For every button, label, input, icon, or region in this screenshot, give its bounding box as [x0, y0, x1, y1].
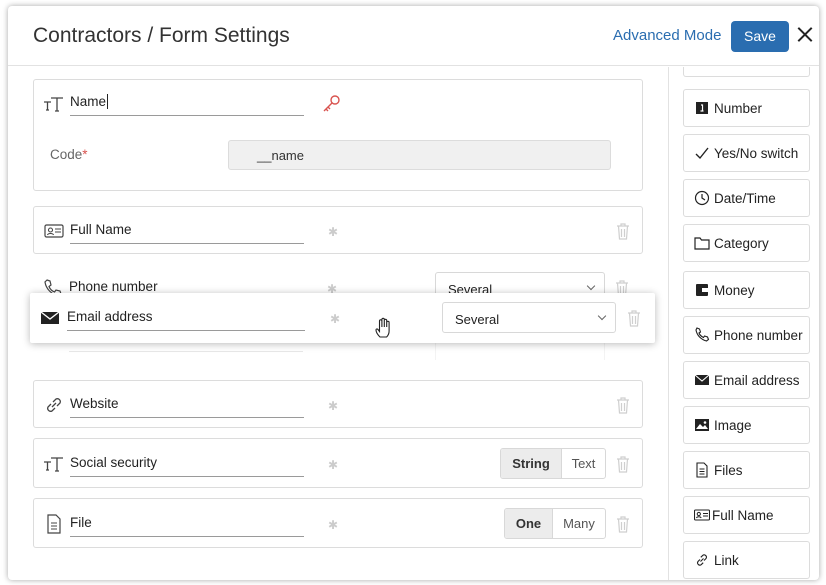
folder-icon [694, 237, 710, 250]
segment-string[interactable]: String [501, 449, 561, 478]
chevron-down-icon [586, 281, 596, 291]
form-settings-window: Contractors / Form Settings Advanced Mod… [8, 6, 819, 580]
phone-icon [695, 327, 710, 342]
palette-email-address[interactable]: Email address [683, 361, 810, 399]
trash-icon[interactable] [627, 309, 641, 327]
chevron-down-icon [597, 311, 607, 321]
id-card-icon [694, 509, 710, 521]
link-icon [697, 554, 707, 566]
header: Contractors / Form Settings Advanced Mod… [8, 6, 819, 66]
required-star-icon[interactable]: ✱ [328, 518, 338, 532]
type-toggle[interactable]: String Text [500, 448, 606, 479]
name-input[interactable]: Name [70, 94, 304, 116]
name-field-card: Name Code* __name [33, 79, 643, 191]
palette-full-name[interactable]: Full Name [683, 496, 810, 534]
advanced-mode-link[interactable]: Advanced Mode [613, 27, 721, 44]
file-icon [696, 462, 708, 478]
page-title: Contractors / Form Settings [33, 24, 290, 47]
required-star-icon[interactable]: ✱ [328, 225, 338, 239]
trash-icon[interactable] [616, 222, 630, 240]
field-card[interactable]: Full Name ✱ [33, 206, 643, 254]
id-card-icon [44, 224, 64, 238]
envelope-icon [694, 374, 710, 385]
field-label[interactable]: Email address [67, 309, 305, 331]
field-label[interactable]: Social security [70, 455, 304, 477]
palette-number[interactable]: Number [683, 89, 810, 127]
field-card[interactable]: File ✱ One Many [33, 498, 643, 548]
palette-files[interactable]: Files [683, 451, 810, 489]
palette-tile-partial[interactable] [683, 67, 810, 77]
palette-link[interactable]: Link [683, 541, 810, 579]
close-icon[interactable] [794, 22, 816, 48]
palette-phone-number[interactable]: Phone number [683, 316, 810, 354]
field-label[interactable]: Full Name [70, 222, 304, 244]
field-card[interactable]: Website ✱ [33, 380, 643, 428]
palette-image[interactable]: Image [683, 406, 810, 444]
text-type-icon [44, 97, 63, 112]
code-label: Code* [50, 147, 88, 162]
field-label[interactable]: File [70, 515, 304, 537]
clock-icon [694, 190, 710, 206]
palette-yes-no-switch[interactable]: Yes/No switch [683, 134, 810, 172]
code-field[interactable]: __name [228, 140, 611, 170]
palette-category[interactable]: Category [683, 224, 810, 262]
text-type-icon [44, 457, 63, 472]
required-star-icon[interactable]: ✱ [328, 458, 338, 472]
palette-money[interactable]: Money [683, 271, 810, 309]
grab-hand-icon [375, 317, 390, 338]
checkmark-icon [695, 147, 709, 160]
field-type-palette: Number Yes/No switch Date/Time Category … [669, 67, 819, 580]
segment-one[interactable]: One [505, 509, 552, 538]
trash-icon[interactable] [616, 396, 630, 414]
required-star-icon[interactable]: ✱ [328, 399, 338, 413]
multiplicity-select[interactable]: Several [442, 302, 616, 333]
trash-icon[interactable] [616, 515, 630, 533]
palette-date-time[interactable]: Date/Time [683, 179, 810, 217]
trash-icon[interactable] [616, 455, 630, 473]
file-icon [47, 514, 61, 534]
field-label[interactable]: Website [70, 396, 304, 418]
required-star-icon[interactable]: ✱ [330, 312, 340, 326]
segment-many[interactable]: Many [552, 509, 605, 538]
image-icon [695, 419, 709, 431]
envelope-icon [40, 311, 60, 324]
number-icon [696, 102, 708, 114]
dragged-field-card[interactable]: Email address ✱ Several [30, 293, 655, 343]
count-toggle[interactable]: One Many [504, 508, 606, 539]
key-icon[interactable] [320, 93, 342, 115]
wallet-icon [696, 284, 708, 296]
field-card[interactable]: Social security ✱ String Text [33, 438, 643, 488]
save-button[interactable]: Save [731, 21, 789, 52]
segment-text[interactable]: Text [561, 449, 605, 478]
link-icon [47, 398, 61, 412]
